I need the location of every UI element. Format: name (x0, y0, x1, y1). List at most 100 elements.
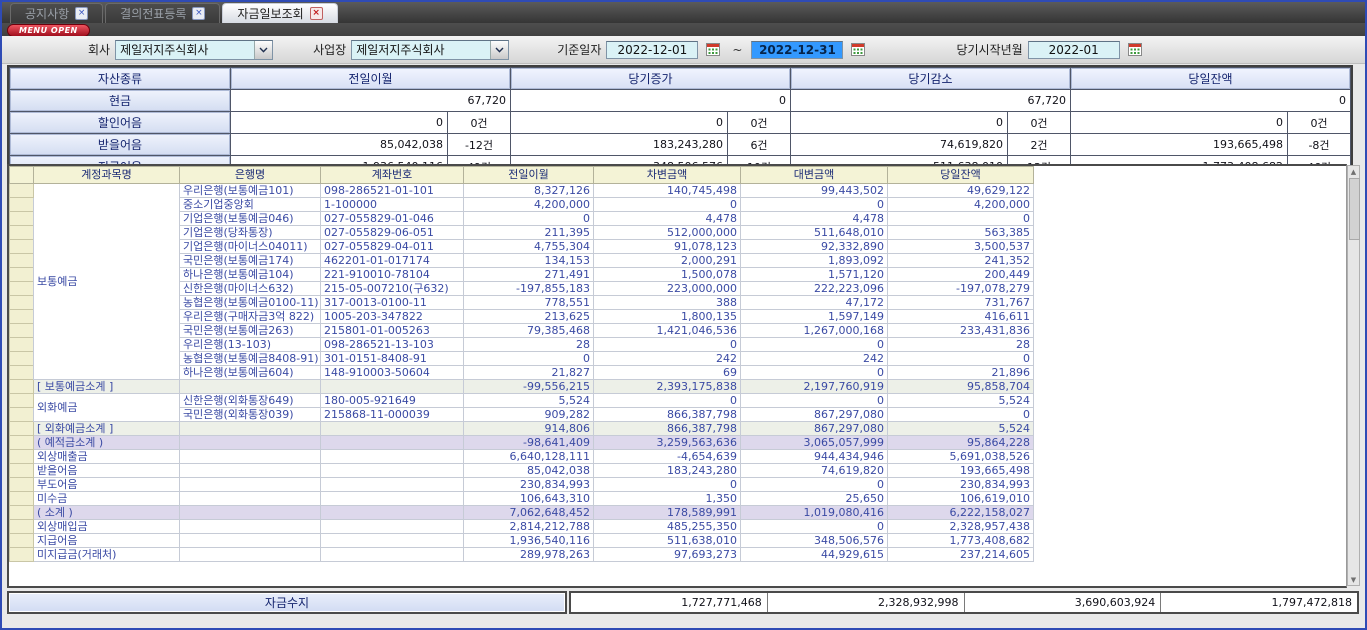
bank-name-cell[interactable]: 우리은행(보통예금101) (180, 184, 321, 198)
amount-cell[interactable]: 1,936,540,116 (464, 534, 594, 548)
bank-name-cell[interactable]: 기업은행(마이너스04011) (180, 240, 321, 254)
bank-name-cell[interactable] (180, 548, 321, 562)
account-number-cell[interactable] (321, 436, 464, 450)
close-icon[interactable]: × (192, 7, 205, 20)
bank-name-cell[interactable]: 하나은행(보통예금104) (180, 268, 321, 282)
amount-cell[interactable]: 99,443,502 (741, 184, 888, 198)
amount-cell[interactable]: 4,200,000 (464, 198, 594, 212)
account-number-cell[interactable]: 027-055829-04-011 (321, 240, 464, 254)
site-select[interactable]: 제일저지주식회사 (351, 40, 509, 60)
amount-cell[interactable]: -197,078,279 (888, 282, 1034, 296)
amount-cell[interactable]: 95,858,704 (888, 380, 1034, 394)
amount-cell[interactable]: 2,393,175,838 (594, 380, 741, 394)
amount-cell[interactable]: 5,524 (888, 422, 1034, 436)
date-to-input[interactable]: 2022-12-31 (751, 41, 843, 59)
calendar-icon[interactable] (705, 42, 721, 57)
amount-cell[interactable]: 2,328,957,438 (888, 520, 1034, 534)
amount-cell[interactable]: 4,478 (594, 212, 741, 226)
row-indicator-cell[interactable] (10, 506, 34, 520)
amount-cell[interactable]: 0 (888, 212, 1034, 226)
amount-cell[interactable]: 5,691,038,526 (888, 450, 1034, 464)
bank-name-cell[interactable]: 우리은행(13-103) (180, 338, 321, 352)
row-indicator-cell[interactable] (10, 268, 34, 282)
account-number-cell[interactable] (321, 506, 464, 520)
bank-name-cell[interactable] (180, 464, 321, 478)
date-from-input[interactable]: 2022-12-01 (606, 41, 698, 59)
amount-cell[interactable]: 485,255,350 (594, 520, 741, 534)
account-title-cell[interactable]: 외상매출금 (34, 450, 180, 464)
amount-cell[interactable]: 242 (594, 352, 741, 366)
scrollbar-thumb[interactable] (1349, 178, 1360, 240)
scroll-down-icon[interactable]: ▼ (1351, 574, 1356, 585)
amount-cell[interactable]: 0 (464, 352, 594, 366)
bank-name-cell[interactable] (180, 520, 321, 534)
bank-name-cell[interactable] (180, 380, 321, 394)
account-title-cell[interactable]: 외상매입금 (34, 520, 180, 534)
amount-cell[interactable]: 0 (741, 394, 888, 408)
tab-notice[interactable]: 공지사항 × (10, 3, 103, 23)
amount-cell[interactable]: 511,638,010 (594, 534, 741, 548)
amount-cell[interactable]: 222,223,096 (741, 282, 888, 296)
account-number-cell[interactable] (321, 478, 464, 492)
bank-name-cell[interactable]: 기업은행(당좌통장) (180, 226, 321, 240)
amount-cell[interactable]: 223,000,000 (594, 282, 741, 296)
amount-cell[interactable]: -98,641,409 (464, 436, 594, 450)
amount-cell[interactable]: 944,434,946 (741, 450, 888, 464)
row-indicator-cell[interactable] (10, 254, 34, 268)
amount-cell[interactable]: 866,387,798 (594, 422, 741, 436)
amount-cell[interactable]: 731,767 (888, 296, 1034, 310)
amount-cell[interactable]: 0 (464, 212, 594, 226)
row-indicator-cell[interactable] (10, 282, 34, 296)
amount-cell[interactable]: 512,000,000 (594, 226, 741, 240)
amount-cell[interactable]: 4,200,000 (888, 198, 1034, 212)
bank-name-cell[interactable] (180, 422, 321, 436)
bank-name-cell[interactable] (180, 478, 321, 492)
close-icon[interactable]: × (310, 7, 323, 20)
amount-cell[interactable]: 241,352 (888, 254, 1034, 268)
amount-cell[interactable]: 866,387,798 (594, 408, 741, 422)
row-indicator-cell[interactable] (10, 352, 34, 366)
amount-cell[interactable]: 4,755,304 (464, 240, 594, 254)
account-title-cell[interactable]: [ 보통예금소계 ] (34, 380, 180, 394)
tab-fund-daily-report[interactable]: 자금일보조회 × (222, 3, 337, 23)
amount-cell[interactable]: 2,000,291 (594, 254, 741, 268)
account-number-cell[interactable]: 462201-01-017174 (321, 254, 464, 268)
amount-cell[interactable]: 1,350 (594, 492, 741, 506)
account-title-cell[interactable]: ( 소계 ) (34, 506, 180, 520)
bank-name-cell[interactable]: 신한은행(마이너스632) (180, 282, 321, 296)
amount-cell[interactable]: 1,267,000,168 (741, 324, 888, 338)
amount-cell[interactable]: 92,332,890 (741, 240, 888, 254)
calendar-icon[interactable] (850, 42, 866, 57)
amount-cell[interactable]: 1,500,078 (594, 268, 741, 282)
bank-name-cell[interactable]: 하나은행(보통예금604) (180, 366, 321, 380)
amount-cell[interactable]: 49,629,122 (888, 184, 1034, 198)
amount-cell[interactable]: 1,597,149 (741, 310, 888, 324)
company-select[interactable]: 제일저지주식회사 (115, 40, 273, 60)
amount-cell[interactable]: 200,449 (888, 268, 1034, 282)
account-title-cell[interactable]: 보통예금 (34, 184, 180, 380)
amount-cell[interactable]: 230,834,993 (464, 478, 594, 492)
row-indicator-cell[interactable] (10, 436, 34, 450)
amount-cell[interactable]: 1,893,092 (741, 254, 888, 268)
vertical-scrollbar[interactable]: ▲ ▼ (1347, 165, 1360, 586)
amount-cell[interactable]: 8,327,126 (464, 184, 594, 198)
amount-cell[interactable]: 7,062,648,452 (464, 506, 594, 520)
row-indicator-cell[interactable] (10, 492, 34, 506)
account-number-cell[interactable] (321, 464, 464, 478)
account-number-cell[interactable]: 1005-203-347822 (321, 310, 464, 324)
account-title-cell[interactable]: 부도어음 (34, 478, 180, 492)
account-title-cell[interactable]: 받을어음 (34, 464, 180, 478)
account-number-cell[interactable] (321, 492, 464, 506)
amount-cell[interactable]: -99,556,215 (464, 380, 594, 394)
amount-cell[interactable]: 183,243,280 (594, 464, 741, 478)
amount-cell[interactable]: 134,153 (464, 254, 594, 268)
row-indicator-cell[interactable] (10, 464, 34, 478)
bank-name-cell[interactable]: 농협은행(보통예금8408-91) (180, 352, 321, 366)
amount-cell[interactable]: 3,259,563,636 (594, 436, 741, 450)
amount-cell[interactable]: 28 (464, 338, 594, 352)
amount-cell[interactable]: 914,806 (464, 422, 594, 436)
chevron-down-icon[interactable] (254, 41, 272, 59)
bank-name-cell[interactable] (180, 436, 321, 450)
amount-cell[interactable]: 388 (594, 296, 741, 310)
amount-cell[interactable]: 1,019,080,416 (741, 506, 888, 520)
